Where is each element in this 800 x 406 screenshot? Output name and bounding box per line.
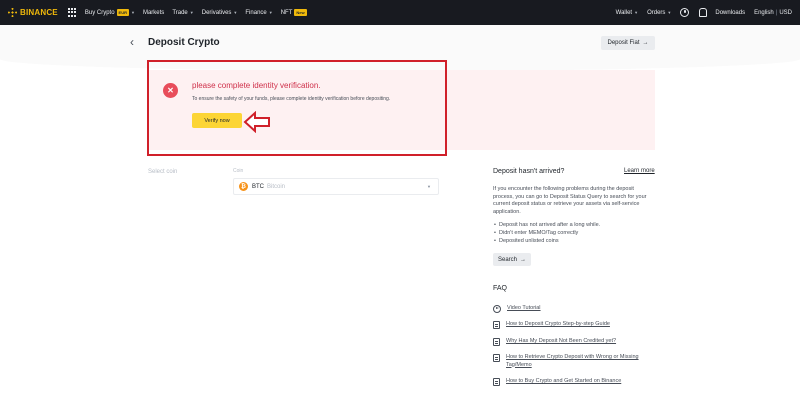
nav-label: NFT xyxy=(280,9,293,16)
chevron-down-icon: ▼ xyxy=(667,10,672,15)
faq-link[interactable]: How to Deposit Crypto Step-by-step Guide xyxy=(506,321,656,329)
nav-trade[interactable]: Trade ▼ xyxy=(172,10,193,16)
nav-label: Trade xyxy=(172,9,188,16)
chevron-down-icon: ▼ xyxy=(189,10,194,15)
alert-description: To ensure the safety of your funds, plea… xyxy=(192,96,391,102)
faq-item-retrieve-deposit[interactable]: How to Retrieve Crypto Deposit with Wron… xyxy=(493,354,656,369)
deposit-fiat-button[interactable]: Deposit Fiat → xyxy=(601,36,655,50)
nav-derivatives[interactable]: Derivatives ▼ xyxy=(202,10,238,16)
nav-buy-crypto[interactable]: Buy Crypto EUR ▼ xyxy=(85,9,135,16)
document-icon xyxy=(493,354,500,362)
nav-orders[interactable]: Orders ▼ xyxy=(647,10,671,16)
bitcoin-icon: ₿ xyxy=(239,182,248,191)
nav-label: Buy Crypto xyxy=(84,9,115,16)
faq-item-video-tutorial[interactable]: Video Tutorial xyxy=(493,305,657,313)
deposit-help-title: Deposit hasn't arrived? xyxy=(493,168,565,175)
chevron-down-icon: ▼ xyxy=(427,184,431,189)
language-label: English xyxy=(754,9,774,16)
deposit-fiat-label: Deposit Fiat xyxy=(607,40,640,46)
new-badge: New xyxy=(294,9,307,16)
nav-markets[interactable]: Markets xyxy=(143,10,164,16)
nav-label: Derivatives xyxy=(201,9,232,16)
play-icon xyxy=(493,305,501,313)
nav-label: Wallet xyxy=(615,9,633,16)
search-label: Search xyxy=(497,256,517,263)
faq-title: FAQ xyxy=(493,285,508,292)
list-item: Deposit has not arrived after a long whi… xyxy=(493,222,655,230)
search-button[interactable]: Search → xyxy=(493,253,531,266)
document-icon xyxy=(493,321,500,329)
faq-item-buy-crypto[interactable]: How to Buy Crypto and Get Started on Bin… xyxy=(493,378,656,386)
page-title: Deposit Crypto xyxy=(148,37,220,48)
nav-label: Markets xyxy=(142,9,165,16)
nav-label: Downloads xyxy=(715,9,746,16)
verify-now-button[interactable]: Verify now xyxy=(192,113,242,128)
alert-title: please complete identity verification. xyxy=(192,81,321,90)
nav-wallet[interactable]: Wallet ▼ xyxy=(616,10,638,16)
chevron-down-icon: ▼ xyxy=(131,10,135,15)
select-coin-step-label: Select coin xyxy=(148,169,178,175)
currency-label: USD xyxy=(779,9,792,16)
nav-nft[interactable]: NFT New xyxy=(281,9,307,16)
page-header: ‹ Deposit Crypto Deposit Fiat → xyxy=(0,25,800,59)
nav-label: Orders xyxy=(647,9,666,16)
faq-item-not-credited[interactable]: Why Has My Deposit Not Been Credited yet… xyxy=(493,338,656,346)
learn-more-link[interactable]: Learn more xyxy=(624,168,655,174)
faq-link[interactable]: How to Buy Crypto and Get Started on Bin… xyxy=(506,378,656,386)
nav-label: Finance xyxy=(245,9,267,16)
coin-select-dropdown[interactable]: ₿ BTC Bitcoin ▼ xyxy=(233,178,439,195)
coin-field-label: Coin xyxy=(233,168,244,174)
deposit-problem-list: Deposit has not arrived after a long whi… xyxy=(493,222,655,245)
faq-link[interactable]: Video Tutorial xyxy=(507,305,657,313)
eur-badge: EUR xyxy=(116,9,129,16)
list-item: Didn't enter MEMO/Tag correctly xyxy=(493,230,655,238)
arrow-right-icon: → xyxy=(520,256,526,263)
faq-link[interactable]: How to Retrieve Crypto Deposit with Wron… xyxy=(506,354,656,369)
coin-name: Bitcoin xyxy=(267,183,286,190)
binance-logo-icon xyxy=(8,8,17,17)
apps-grid-icon[interactable] xyxy=(67,8,77,17)
faq-link[interactable]: Why Has My Deposit Not Been Credited yet… xyxy=(506,338,656,346)
chevron-down-icon: ▼ xyxy=(268,10,273,15)
annotation-arrow-icon xyxy=(243,111,270,133)
user-account-icon[interactable] xyxy=(680,8,690,17)
arrow-right-icon: → xyxy=(642,40,649,46)
divider: | xyxy=(775,9,778,16)
deposit-help-text: If you encounter the following problems … xyxy=(493,186,647,215)
language-currency-selector[interactable]: English | USD xyxy=(754,10,792,16)
top-navbar: BINANCE Buy Crypto EUR ▼ Markets Trade ▼… xyxy=(0,0,800,25)
back-arrow-icon[interactable]: ‹ xyxy=(130,36,134,48)
coin-symbol: BTC xyxy=(252,183,264,190)
list-item: Deposited unlisted coins xyxy=(493,238,655,246)
nav-right: Wallet ▼ Orders ▼ Downloads English | US… xyxy=(616,0,792,25)
nav-downloads[interactable]: Downloads xyxy=(715,10,745,16)
chevron-down-icon: ▼ xyxy=(233,10,238,15)
chevron-down-icon: ▼ xyxy=(634,10,639,15)
main-nav: Buy Crypto EUR ▼ Markets Trade ▼ Derivat… xyxy=(85,9,307,16)
error-close-icon: ✕ xyxy=(163,83,178,98)
document-icon xyxy=(493,378,500,386)
nav-finance[interactable]: Finance ▼ xyxy=(245,10,272,16)
document-icon xyxy=(493,338,500,346)
faq-item-deposit-guide[interactable]: How to Deposit Crypto Step-by-step Guide xyxy=(493,321,656,329)
brand-name: BINANCE xyxy=(20,8,58,17)
notification-bell-icon[interactable] xyxy=(698,8,708,17)
binance-logo[interactable]: BINANCE xyxy=(8,8,58,17)
